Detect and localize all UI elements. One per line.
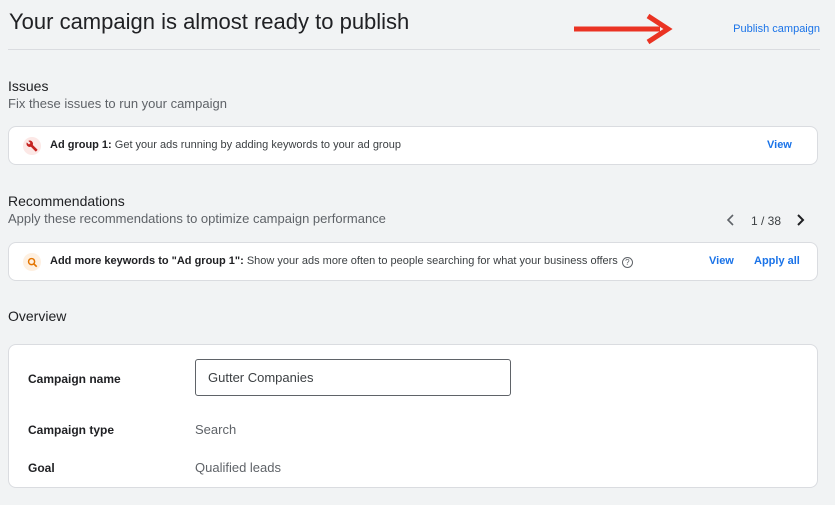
campaign-name-label: Campaign name — [28, 372, 121, 386]
issue-description: Get your ads running by adding keywords … — [111, 139, 401, 151]
pager-count: 1 / 38 — [751, 214, 782, 228]
recommendations-title: Recommendations — [8, 193, 125, 209]
chevron-right-icon[interactable] — [796, 213, 806, 230]
issue-bold-label: Ad group 1: — [50, 139, 112, 151]
campaign-type-label: Campaign type — [28, 423, 115, 437]
issue-card: Ad group 1: Get your ads running by addi… — [8, 126, 818, 165]
page-header: Your campaign is almost ready to publish… — [8, 0, 820, 50]
recommendation-text: Add more keywords to "Ad group 1": Show … — [50, 255, 633, 268]
goal-label: Goal — [28, 461, 55, 475]
campaign-name-input[interactable] — [195, 359, 511, 396]
recommendation-card: Add more keywords to "Ad group 1": Show … — [8, 242, 818, 281]
issues-subtitle: Fix these issues to run your campaign — [8, 96, 227, 111]
help-icon[interactable]: ? — [621, 257, 633, 268]
publish-campaign-button[interactable]: Publish campaign — [733, 23, 820, 35]
page-title: Your campaign is almost ready to publish — [9, 9, 410, 34]
goal-value: Qualified leads — [195, 460, 281, 475]
chevron-left-icon[interactable] — [726, 213, 736, 230]
overview-card: Campaign name Campaign type Search Goal … — [8, 344, 818, 488]
campaign-type-value: Search — [195, 422, 237, 437]
red-arrow-annotation-icon — [574, 13, 673, 45]
recommendation-description: Show your ads more often to people searc… — [243, 255, 618, 267]
issue-view-button[interactable]: View — [767, 139, 792, 151]
recommendations-pager: 1 / 38 — [726, 212, 808, 230]
wrench-icon — [23, 137, 41, 155]
issues-title: Issues — [8, 78, 49, 94]
recommendations-subtitle: Apply these recommendations to optimize … — [8, 211, 386, 226]
overview-title: Overview — [8, 308, 67, 324]
search-icon — [23, 253, 41, 271]
recommendation-bold-label: Add more keywords to "Ad group 1": — [50, 255, 244, 267]
recommendation-view-button[interactable]: View — [709, 255, 734, 267]
issue-text: Ad group 1: Get your ads running by addi… — [50, 139, 401, 151]
recommendation-apply-all-button[interactable]: Apply all — [754, 255, 800, 267]
